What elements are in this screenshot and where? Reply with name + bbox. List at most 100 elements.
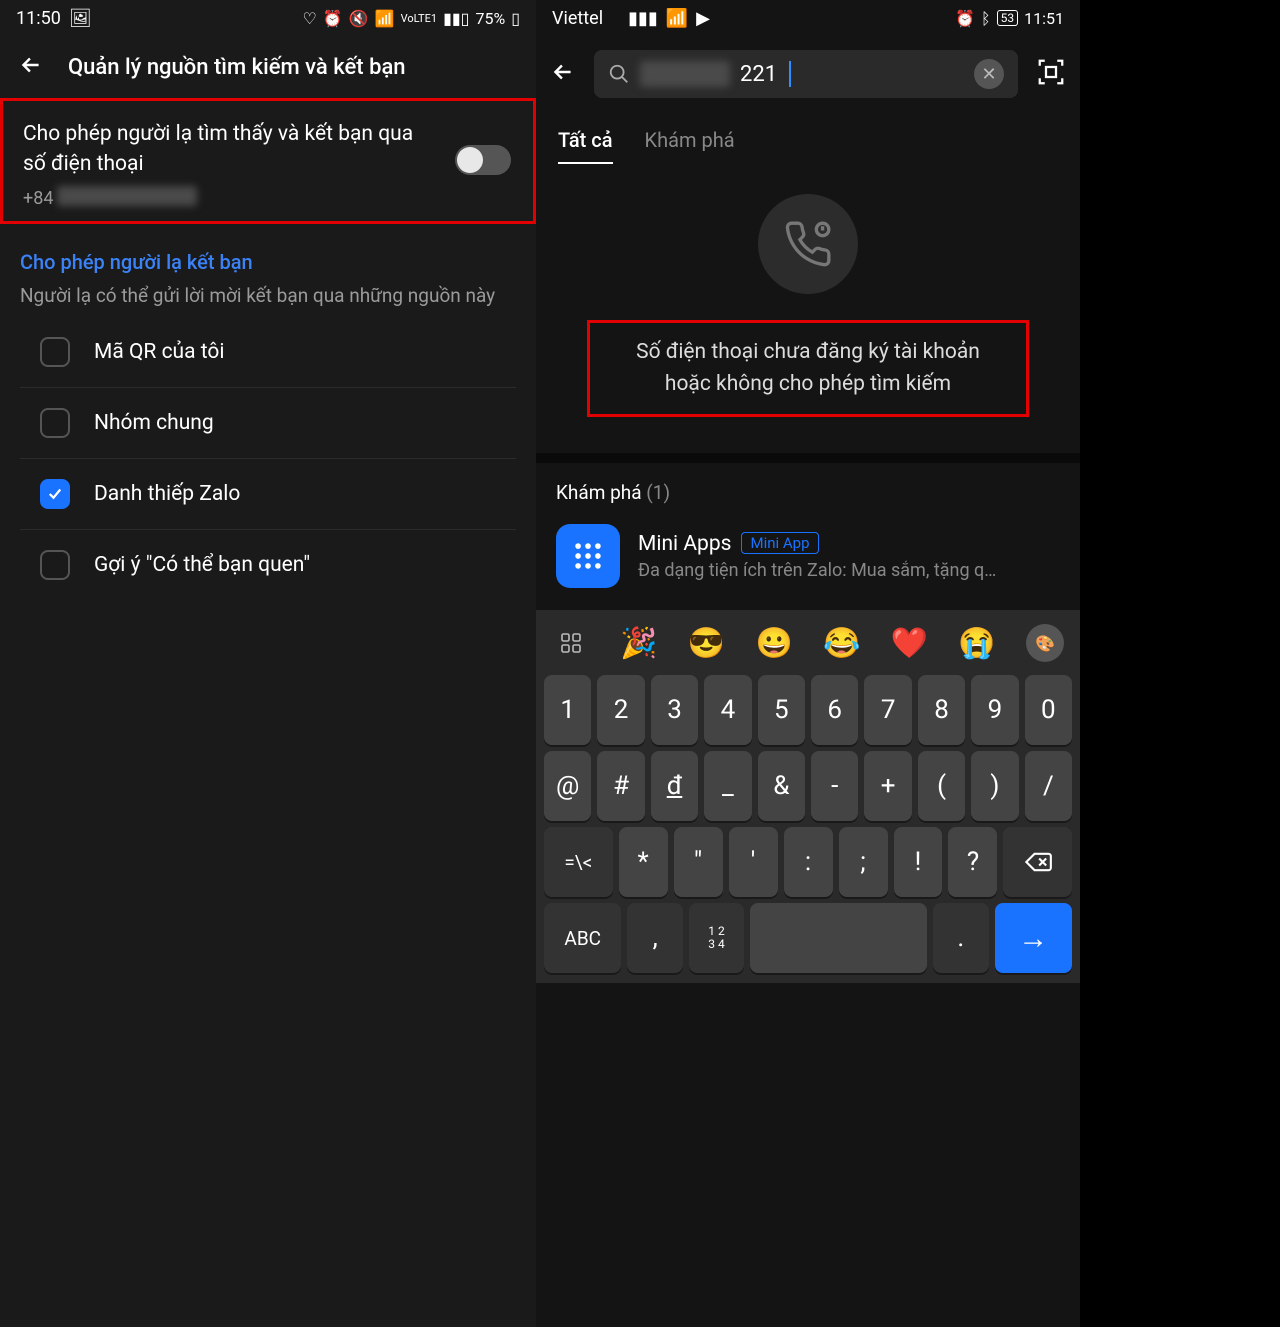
back-icon[interactable]: [550, 59, 576, 89]
mute-icon: 🔇: [349, 9, 369, 28]
key-7[interactable]: 7: [864, 675, 911, 745]
back-icon[interactable]: [18, 52, 44, 82]
key-underscore[interactable]: _: [704, 751, 751, 821]
key-colon[interactable]: :: [784, 827, 833, 897]
key-minus[interactable]: -: [811, 751, 858, 821]
option-label: Gợi ý "Có thể bạn quen": [94, 553, 310, 577]
battery-icon: ▯: [511, 9, 520, 28]
tab-discover[interactable]: Khám phá: [645, 118, 735, 164]
alarm-icon: ⏰: [323, 9, 343, 28]
search-icon: [608, 63, 630, 85]
key-question[interactable]: ?: [948, 827, 997, 897]
emoji-confetti[interactable]: 🎉: [620, 626, 657, 661]
miniapps-title: Mini Apps: [638, 532, 731, 556]
key-hash[interactable]: #: [597, 751, 644, 821]
search-result: Số điện thoại chưa đăng ký tài khoản hoặ…: [536, 164, 1080, 453]
key-dquote[interactable]: ": [674, 827, 723, 897]
key-amp[interactable]: &: [758, 751, 805, 821]
allow-strangers-toggle-row[interactable]: Cho phép người lạ tìm thấy và kết bạn qu…: [3, 101, 533, 221]
emoji-heart[interactable]: ❤️: [891, 626, 928, 661]
palette-icon[interactable]: 🎨: [1026, 624, 1064, 662]
search-input[interactable]: 221 ✕: [594, 50, 1018, 98]
status-bar: 11:50 🖼 ♡⏰🔇📶VoLTE1▮▮▯75%▯: [0, 0, 536, 36]
key-symbols[interactable]: =\<: [544, 827, 613, 897]
key-numpad[interactable]: 1 23 4: [689, 903, 744, 973]
key-9[interactable]: 9: [971, 675, 1018, 745]
wifi-icon: 📶: [666, 8, 688, 29]
key-6[interactable]: 6: [811, 675, 858, 745]
key-semicolon[interactable]: ;: [839, 827, 888, 897]
key-5[interactable]: 5: [758, 675, 805, 745]
keyboard-row-3: =\< * " ' : ; ! ?: [540, 824, 1076, 900]
key-star[interactable]: *: [619, 827, 668, 897]
keyboard-menu-icon[interactable]: [552, 624, 590, 662]
key-3[interactable]: 3: [651, 675, 698, 745]
key-dot[interactable]: .: [933, 903, 988, 973]
key-excl[interactable]: !: [894, 827, 943, 897]
key-8[interactable]: 8: [918, 675, 965, 745]
emoji-cool[interactable]: 😎: [688, 626, 725, 661]
keyboard-row-1: 1 2 3 4 5 6 7 8 9 0: [540, 672, 1076, 748]
phone-right-search: Viettel ▮▮▮ 📶 ▶ ⏰ᛒ5311:51 221 ✕ Tất cả K…: [536, 0, 1080, 1327]
option-label: Nhóm chung: [94, 411, 214, 435]
key-1[interactable]: 1: [544, 675, 591, 745]
key-4[interactable]: 4: [704, 675, 751, 745]
gallery-icon: 🖼: [69, 8, 92, 29]
key-comma[interactable]: ,: [627, 903, 682, 973]
option-label: Danh thiếp Zalo: [94, 482, 240, 506]
phone-left-settings: 11:50 🖼 ♡⏰🔇📶VoLTE1▮▮▯75%▯ Quản lý nguồn …: [0, 0, 536, 1327]
key-abc[interactable]: ABC: [544, 903, 621, 973]
option-common-group[interactable]: Nhóm chung: [20, 387, 516, 458]
status-bar: Viettel ▮▮▮ 📶 ▶ ⏰ᛒ5311:51: [536, 0, 1080, 36]
emoji-grin[interactable]: 😀: [755, 626, 792, 661]
section-heading: Cho phép người lạ kết bạn: [0, 224, 536, 280]
option-qr[interactable]: Mã QR của tôi: [20, 317, 516, 387]
youtube-icon: ▶: [696, 8, 710, 29]
key-go[interactable]: →: [995, 903, 1072, 973]
key-squote[interactable]: ': [729, 827, 778, 897]
battery-pct: 75%: [475, 9, 505, 28]
option-zalo-card[interactable]: Danh thiếp Zalo: [20, 458, 516, 529]
search-header: 221 ✕: [536, 36, 1080, 112]
emoji-joy[interactable]: 😂: [823, 626, 860, 661]
checkbox[interactable]: [40, 550, 70, 580]
key-space[interactable]: [750, 903, 927, 973]
key-backspace[interactable]: [1003, 827, 1072, 897]
key-slash[interactable]: /: [1025, 751, 1072, 821]
discover-item-body: Mini AppsMini App Đa dạng tiện ích trên …: [638, 532, 996, 581]
checkbox[interactable]: [40, 337, 70, 367]
checkbox-checked[interactable]: [40, 479, 70, 509]
qr-scan-icon[interactable]: [1036, 57, 1066, 91]
keyboard: 🎉 😎 😀 😂 ❤️ 😭 🎨 1 2 3 4 5 6 7 8 9 0 @ # đ…: [536, 610, 1080, 983]
discover-item-miniapps[interactable]: Mini AppsMini App Đa dạng tiện ích trên …: [536, 510, 1080, 610]
checkbox[interactable]: [40, 408, 70, 438]
clear-icon[interactable]: ✕: [974, 59, 1004, 89]
emoji-cry[interactable]: 😭: [958, 626, 995, 661]
alarm-icon: ⏰: [955, 9, 975, 28]
discover-heading: Khám phá (1): [536, 463, 1080, 510]
carrier: Viettel: [552, 8, 603, 29]
divider: [536, 453, 1080, 463]
option-suggest[interactable]: Gợi ý "Có thể bạn quen": [20, 529, 516, 600]
signal-icon: ▮▮▮: [628, 8, 658, 29]
key-lparen[interactable]: (: [918, 751, 965, 821]
miniapps-icon: [556, 524, 620, 588]
miniapps-desc: Đa dạng tiện ích trên Zalo: Mua sắm, tặn…: [638, 560, 996, 581]
section-subheading: Người lạ có thể gửi lời mời kết bạn qua …: [0, 280, 536, 317]
option-label: Mã QR của tôi: [94, 340, 225, 364]
toggle-phone: +84: [23, 188, 53, 209]
key-rparen[interactable]: ): [971, 751, 1018, 821]
toggle-label: Cho phép người lạ tìm thấy và kết bạn qu…: [23, 119, 513, 180]
key-at[interactable]: @: [544, 751, 591, 821]
redacted-phone: [57, 186, 197, 206]
key-2[interactable]: 2: [597, 675, 644, 745]
key-0[interactable]: 0: [1025, 675, 1072, 745]
key-d[interactable]: đ: [651, 751, 698, 821]
tab-all[interactable]: Tất cả: [558, 118, 613, 164]
signal-icon: ▮▮▯: [443, 9, 469, 28]
wifi-icon: 📶: [375, 9, 395, 28]
toggle-switch[interactable]: [455, 145, 511, 175]
status-time: 11:51: [1024, 9, 1064, 28]
text-cursor: [789, 61, 791, 87]
key-plus[interactable]: +: [864, 751, 911, 821]
